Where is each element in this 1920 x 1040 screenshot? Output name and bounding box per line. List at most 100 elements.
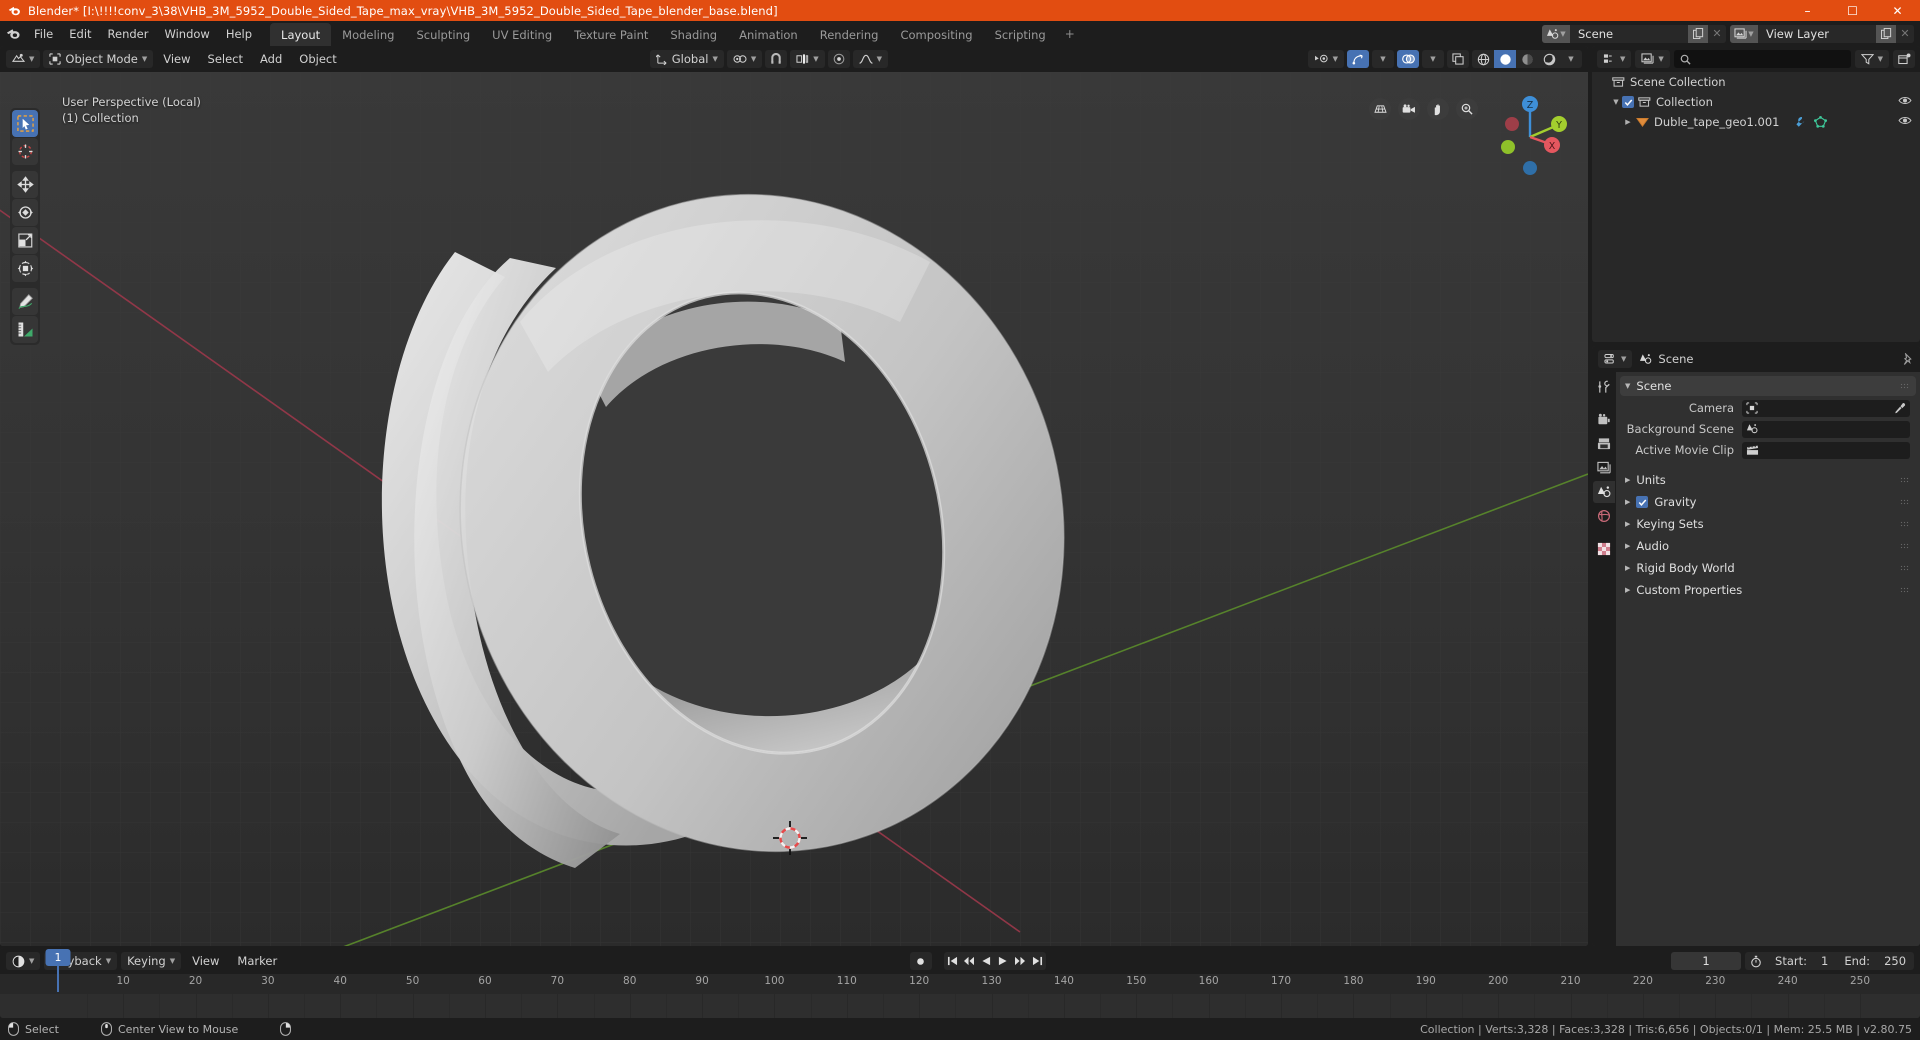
new-view-layer-button[interactable] [1876, 24, 1896, 43]
tweak-select-box-tool[interactable] [12, 110, 38, 137]
editor-type-3dview-icon[interactable]: ▼ [6, 50, 41, 68]
shading-solid-button[interactable] [1494, 50, 1516, 68]
pivot-point-selector[interactable]: ▼ [726, 50, 763, 68]
outliner-search-input[interactable] [1673, 50, 1851, 68]
visibility-eye-icon[interactable] [1898, 95, 1912, 106]
outliner-editor[interactable]: ▼ ▼ ▼ Scene Collection ▼ Collection ▶ Du… [1592, 46, 1920, 342]
viewport-menu-view[interactable]: View [156, 49, 197, 69]
timeline-menu-keying[interactable]: Keying ▼ [121, 952, 182, 970]
current-frame-field[interactable]: 1 [1671, 952, 1742, 970]
frame-end-field[interactable]: End: 250 [1836, 952, 1914, 970]
properties-editor[interactable]: ▼ Scene ▼ Scene Camera Background Scene … [1592, 346, 1920, 946]
timeline-menu-view[interactable]: View [185, 951, 226, 971]
new-scene-button[interactable] [1688, 24, 1708, 43]
close-button[interactable]: ✕ [1875, 0, 1920, 21]
editor-type-timeline-icon[interactable]: ▼ [6, 952, 41, 970]
navigation-gizmo[interactable]: Z Y X [1488, 92, 1572, 176]
falloff-selector[interactable]: ▼ [852, 50, 888, 68]
mesh-data-icon[interactable] [1814, 116, 1828, 128]
gravity-checkbox[interactable] [1636, 496, 1649, 508]
overlays-toggle[interactable] [1397, 50, 1419, 68]
blender-menu-icon[interactable] [0, 26, 26, 41]
menu-edit[interactable]: Edit [61, 24, 99, 44]
custom-properties-panel-header[interactable]: ▶ Custom Properties [1620, 580, 1916, 600]
jump-to-start-icon[interactable] [944, 952, 961, 970]
transform-tool[interactable] [12, 255, 38, 282]
frame-start-field[interactable]: Start: 1 [1767, 952, 1836, 970]
outliner-row-object[interactable]: ▶ Duble_tape_geo1.001 [1592, 112, 1920, 132]
jump-to-end-icon[interactable] [1029, 952, 1046, 970]
outliner-row-collection[interactable]: ▼ Collection [1592, 92, 1920, 112]
annotate-tool[interactable] [12, 288, 38, 315]
tab-modeling[interactable]: Modeling [331, 23, 405, 48]
visibility-eye-icon[interactable] [1898, 115, 1912, 126]
play-icon[interactable] [995, 952, 1012, 970]
shading-dropdown[interactable]: ▼ [1560, 50, 1582, 68]
tab-rendering[interactable]: Rendering [809, 23, 890, 48]
xray-toggle[interactable] [1447, 50, 1469, 68]
overlays-dropdown[interactable]: ▼ [1422, 50, 1444, 68]
zoom-view-icon[interactable] [1456, 98, 1478, 120]
scene-icon[interactable]: ▼ [1542, 24, 1570, 43]
shading-wireframe-button[interactable] [1472, 50, 1494, 68]
texture-tab[interactable] [1593, 538, 1615, 560]
pin-icon[interactable] [1901, 352, 1914, 366]
audio-panel-header[interactable]: ▶ Audio [1620, 536, 1916, 556]
scene-selector[interactable]: ▼ Scene ✕ [1542, 24, 1726, 43]
measure-tool[interactable] [12, 316, 38, 343]
scene-tab[interactable] [1593, 481, 1615, 503]
rotate-tool[interactable] [12, 199, 38, 226]
visibility-selector[interactable]: ▼ [1307, 50, 1344, 68]
viewport-menu-add[interactable]: Add [253, 49, 289, 69]
keying-sets-panel-header[interactable]: ▶ Keying Sets [1620, 514, 1916, 534]
tab-texture-paint[interactable]: Texture Paint [563, 23, 659, 48]
scene-name[interactable]: Scene [1570, 24, 1688, 43]
cursor-tool[interactable] [12, 138, 38, 165]
rigid-body-world-panel-header[interactable]: ▶ Rigid Body World [1620, 558, 1916, 578]
timeline-playhead[interactable]: 1 [45, 949, 71, 966]
zoom-region-icon[interactable] [1369, 98, 1391, 120]
prev-keyframe-icon[interactable] [961, 952, 978, 970]
move-tool[interactable] [12, 171, 38, 198]
tab-shading[interactable]: Shading [659, 23, 728, 48]
maximize-button[interactable]: ☐ [1830, 0, 1875, 21]
disclosure-triangle[interactable]: ▼ [1610, 98, 1622, 106]
unlink-scene-button[interactable]: ✕ [1708, 24, 1726, 43]
filter-id-icon[interactable]: ▼ [1635, 50, 1670, 68]
shading-rendered-button[interactable] [1538, 50, 1560, 68]
menu-help[interactable]: Help [218, 24, 260, 44]
transform-orientation-selector[interactable]: Global ▼ [649, 50, 724, 68]
active-movie-clip-field[interactable] [1742, 441, 1910, 459]
timeline-editor[interactable]: ▼ Playback ▼ Keying ▼ View Marker 1 Star… [0, 948, 1920, 1018]
viewport-canvas[interactable]: User Perspective (Local) (1) Collection [0, 72, 1588, 946]
view-layer-name[interactable]: View Layer [1758, 24, 1876, 43]
camera-view-icon[interactable] [1398, 98, 1420, 120]
timeline-track[interactable] [0, 994, 1920, 1018]
play-reverse-icon[interactable] [978, 952, 995, 970]
scene-panel-header[interactable]: ▼ Scene [1620, 376, 1916, 396]
outliner-filter-button[interactable]: ▼ [1854, 50, 1889, 68]
minimize-button[interactable]: – [1785, 0, 1830, 21]
camera-field[interactable] [1742, 399, 1910, 417]
tool-tab[interactable] [1593, 376, 1615, 398]
view-layer-icon[interactable]: ▼ [1730, 24, 1758, 43]
viewport-menu-object[interactable]: Object [292, 49, 343, 69]
gizmo-dropdown[interactable]: ▼ [1372, 50, 1394, 68]
tab-compositing[interactable]: Compositing [889, 23, 983, 48]
tab-layout[interactable]: Layout [270, 23, 332, 48]
snap-toggle[interactable] [765, 50, 788, 68]
editor-type-properties-icon[interactable]: ▼ [1598, 350, 1633, 368]
scale-tool[interactable] [12, 227, 38, 254]
outliner-row-scene-collection[interactable]: Scene Collection [1592, 72, 1920, 92]
timeline-menu-marker[interactable]: Marker [230, 951, 284, 971]
use-preview-range-button[interactable] [1745, 952, 1767, 970]
units-panel-header[interactable]: ▶ Units [1620, 470, 1916, 490]
proportional-edit-toggle[interactable] [827, 50, 850, 68]
modifier-wrench-icon[interactable] [1793, 116, 1806, 128]
next-keyframe-icon[interactable] [1012, 952, 1029, 970]
world-tab[interactable] [1593, 505, 1615, 527]
transport-controls[interactable] [943, 952, 1046, 970]
tab-uv-editing[interactable]: UV Editing [481, 23, 563, 48]
output-tab[interactable] [1593, 433, 1615, 455]
render-tab[interactable] [1593, 409, 1615, 431]
